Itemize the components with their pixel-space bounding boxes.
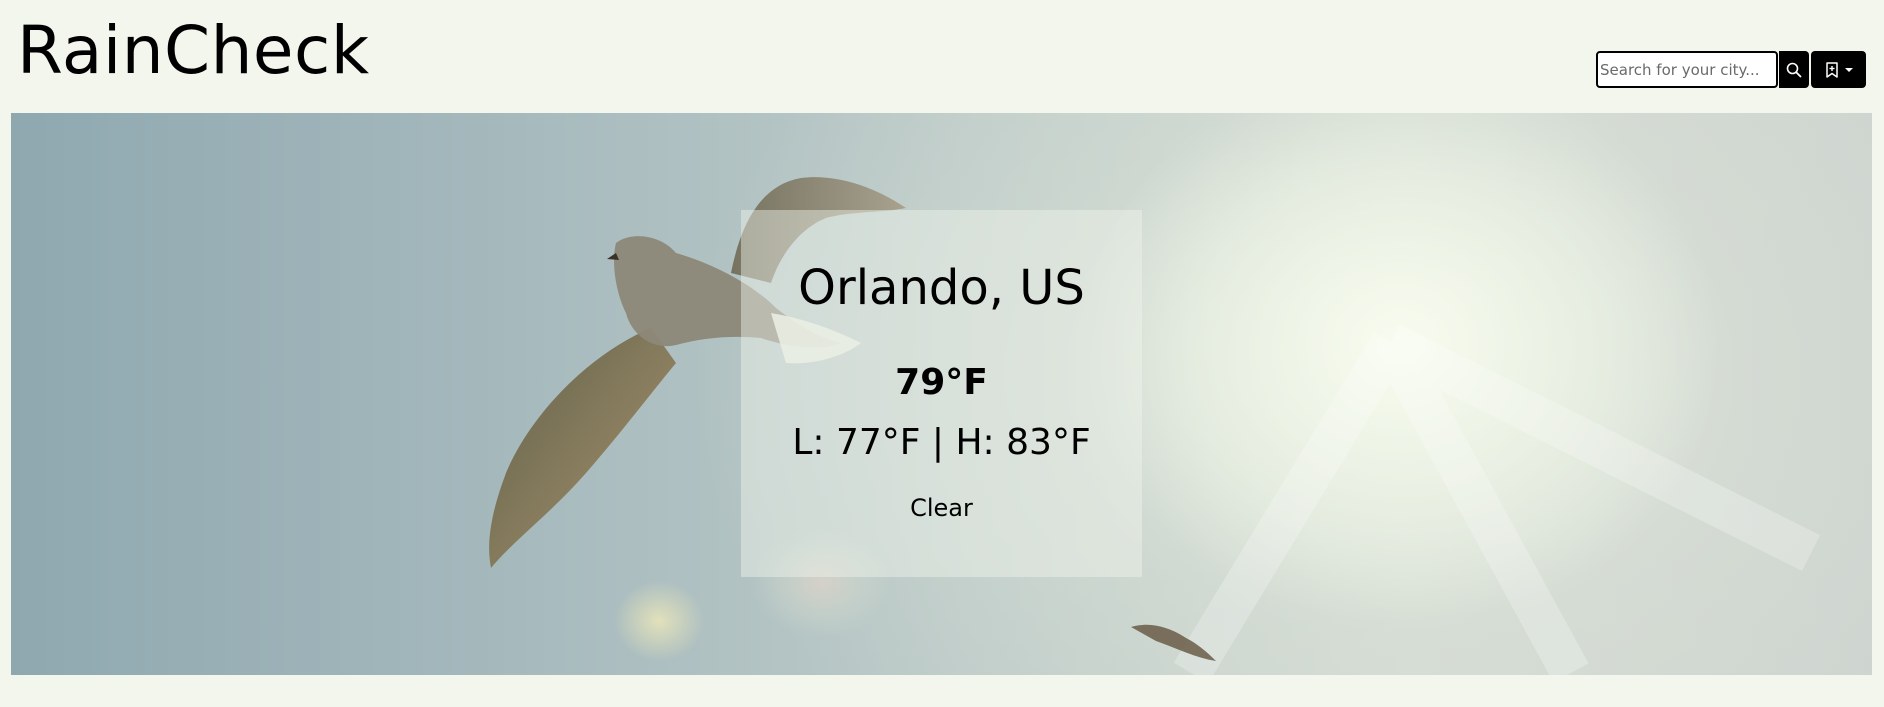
low-high-temperature: L: 77°F | H: 83°F — [792, 422, 1091, 463]
search-button[interactable] — [1779, 51, 1809, 88]
current-temperature: 79°F — [895, 362, 988, 403]
sun-rays — [1173, 325, 1820, 675]
header: RainCheck — [0, 0, 1884, 113]
seagull-left-wing — [489, 328, 676, 568]
brand-title: RainCheck — [17, 12, 370, 89]
bookmark-icon — [1825, 61, 1838, 78]
city-name: Orlando, US — [798, 260, 1085, 316]
search-input[interactable] — [1596, 51, 1778, 88]
caret-down-icon — [1844, 67, 1853, 72]
lens-flare — [614, 581, 704, 661]
search-bar — [1596, 51, 1866, 88]
bookmarks-dropdown-button[interactable] — [1811, 51, 1866, 88]
weather-condition: Clear — [910, 494, 973, 522]
weather-card: Orlando, US 79°F L: 77°F | H: 83°F Clear — [741, 210, 1142, 577]
hero-background-image: Orlando, US 79°F L: 77°F | H: 83°F Clear — [11, 113, 1872, 675]
search-icon — [1786, 62, 1802, 77]
